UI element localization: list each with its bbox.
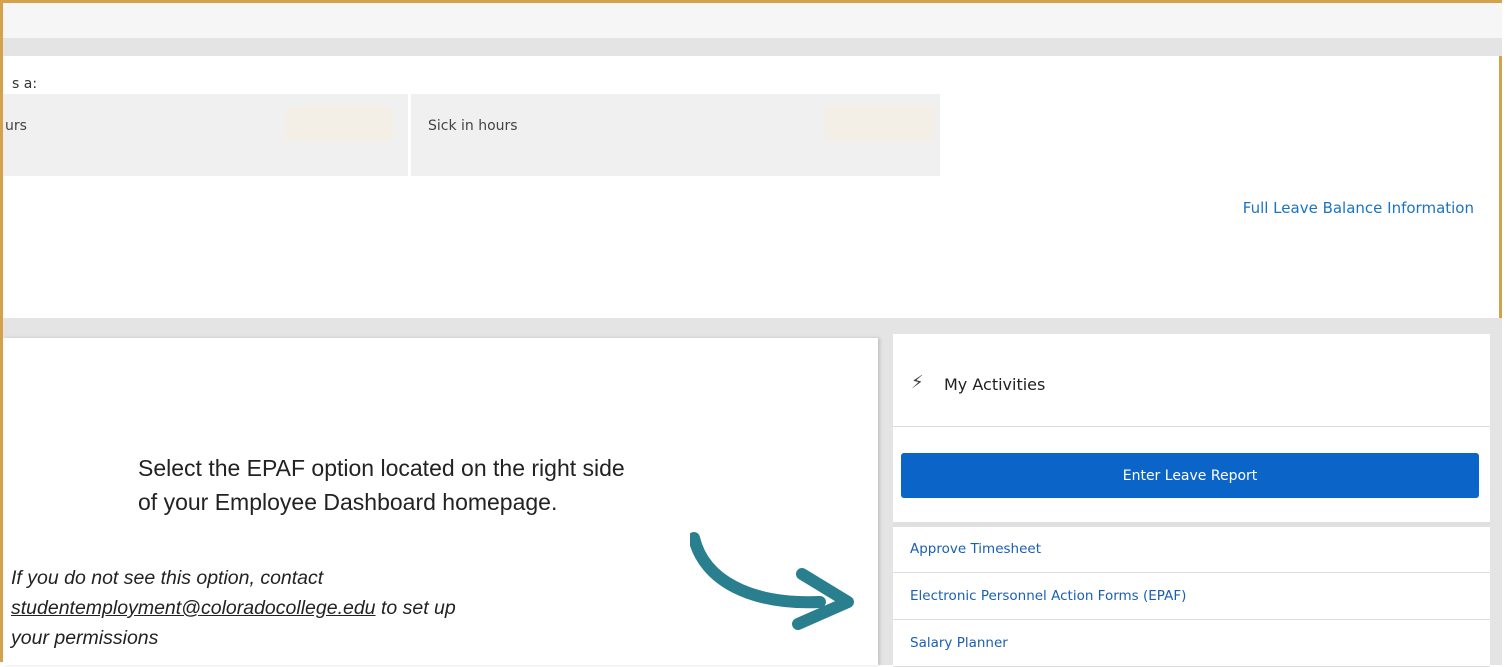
instruction-line-1: Select the EPAF option located on the ri… [138, 455, 625, 481]
note-line-1: If you do not see this option, contact [11, 567, 324, 589]
instruction-line-2: of your Employee Dashboard homepage. [138, 489, 558, 515]
activity-item-salary-planner[interactable]: Salary Planner [893, 621, 1490, 667]
activity-item-approve-timesheet[interactable]: Approve Timesheet [893, 527, 1490, 573]
permissions-note: If you do not see this option, contact s… [11, 563, 691, 653]
leave-balance-box-sick: Sick in hours [411, 94, 940, 176]
leave-balance-as-of-label: s a: [12, 76, 38, 92]
my-activities-panel: ⚡ My Activities Enter Leave Report Appro… [893, 334, 1490, 667]
leave-balance-label: urs [5, 118, 27, 134]
leave-balance-value [825, 106, 935, 142]
pointer-arrow-icon [690, 532, 854, 630]
activity-item-label: Electronic Personnel Action Forms (EPAF) [910, 588, 1187, 604]
wand-icon: ⚡ [911, 372, 924, 393]
email-link[interactable]: studentemployment@coloradocollege.edu [11, 597, 376, 619]
note-line-2: studentemployment@coloradocollege.edu to… [11, 593, 691, 623]
my-activities-header: ⚡ My Activities [893, 334, 1490, 427]
activity-item-label: Salary Planner [910, 635, 1008, 651]
my-activities-title: My Activities [944, 375, 1046, 394]
top-gray-strip [3, 38, 1502, 56]
full-leave-balance-link[interactable]: Full Leave Balance Information [1243, 199, 1474, 217]
top-bar [3, 3, 1502, 38]
leave-balance-value [285, 106, 393, 142]
note-line-3: your permissions [11, 627, 159, 649]
activity-item-label: Approve Timesheet [910, 541, 1042, 557]
leave-balance-label: Sick in hours [428, 118, 518, 134]
instruction-text: Select the EPAF option located on the ri… [138, 451, 818, 519]
activity-item-epaf[interactable]: Electronic Personnel Action Forms (EPAF) [893, 574, 1490, 620]
leave-balance-box-vacation: urs [3, 94, 408, 176]
enter-leave-report-button[interactable]: Enter Leave Report [901, 453, 1479, 498]
note-suffix: to set up [375, 597, 456, 619]
